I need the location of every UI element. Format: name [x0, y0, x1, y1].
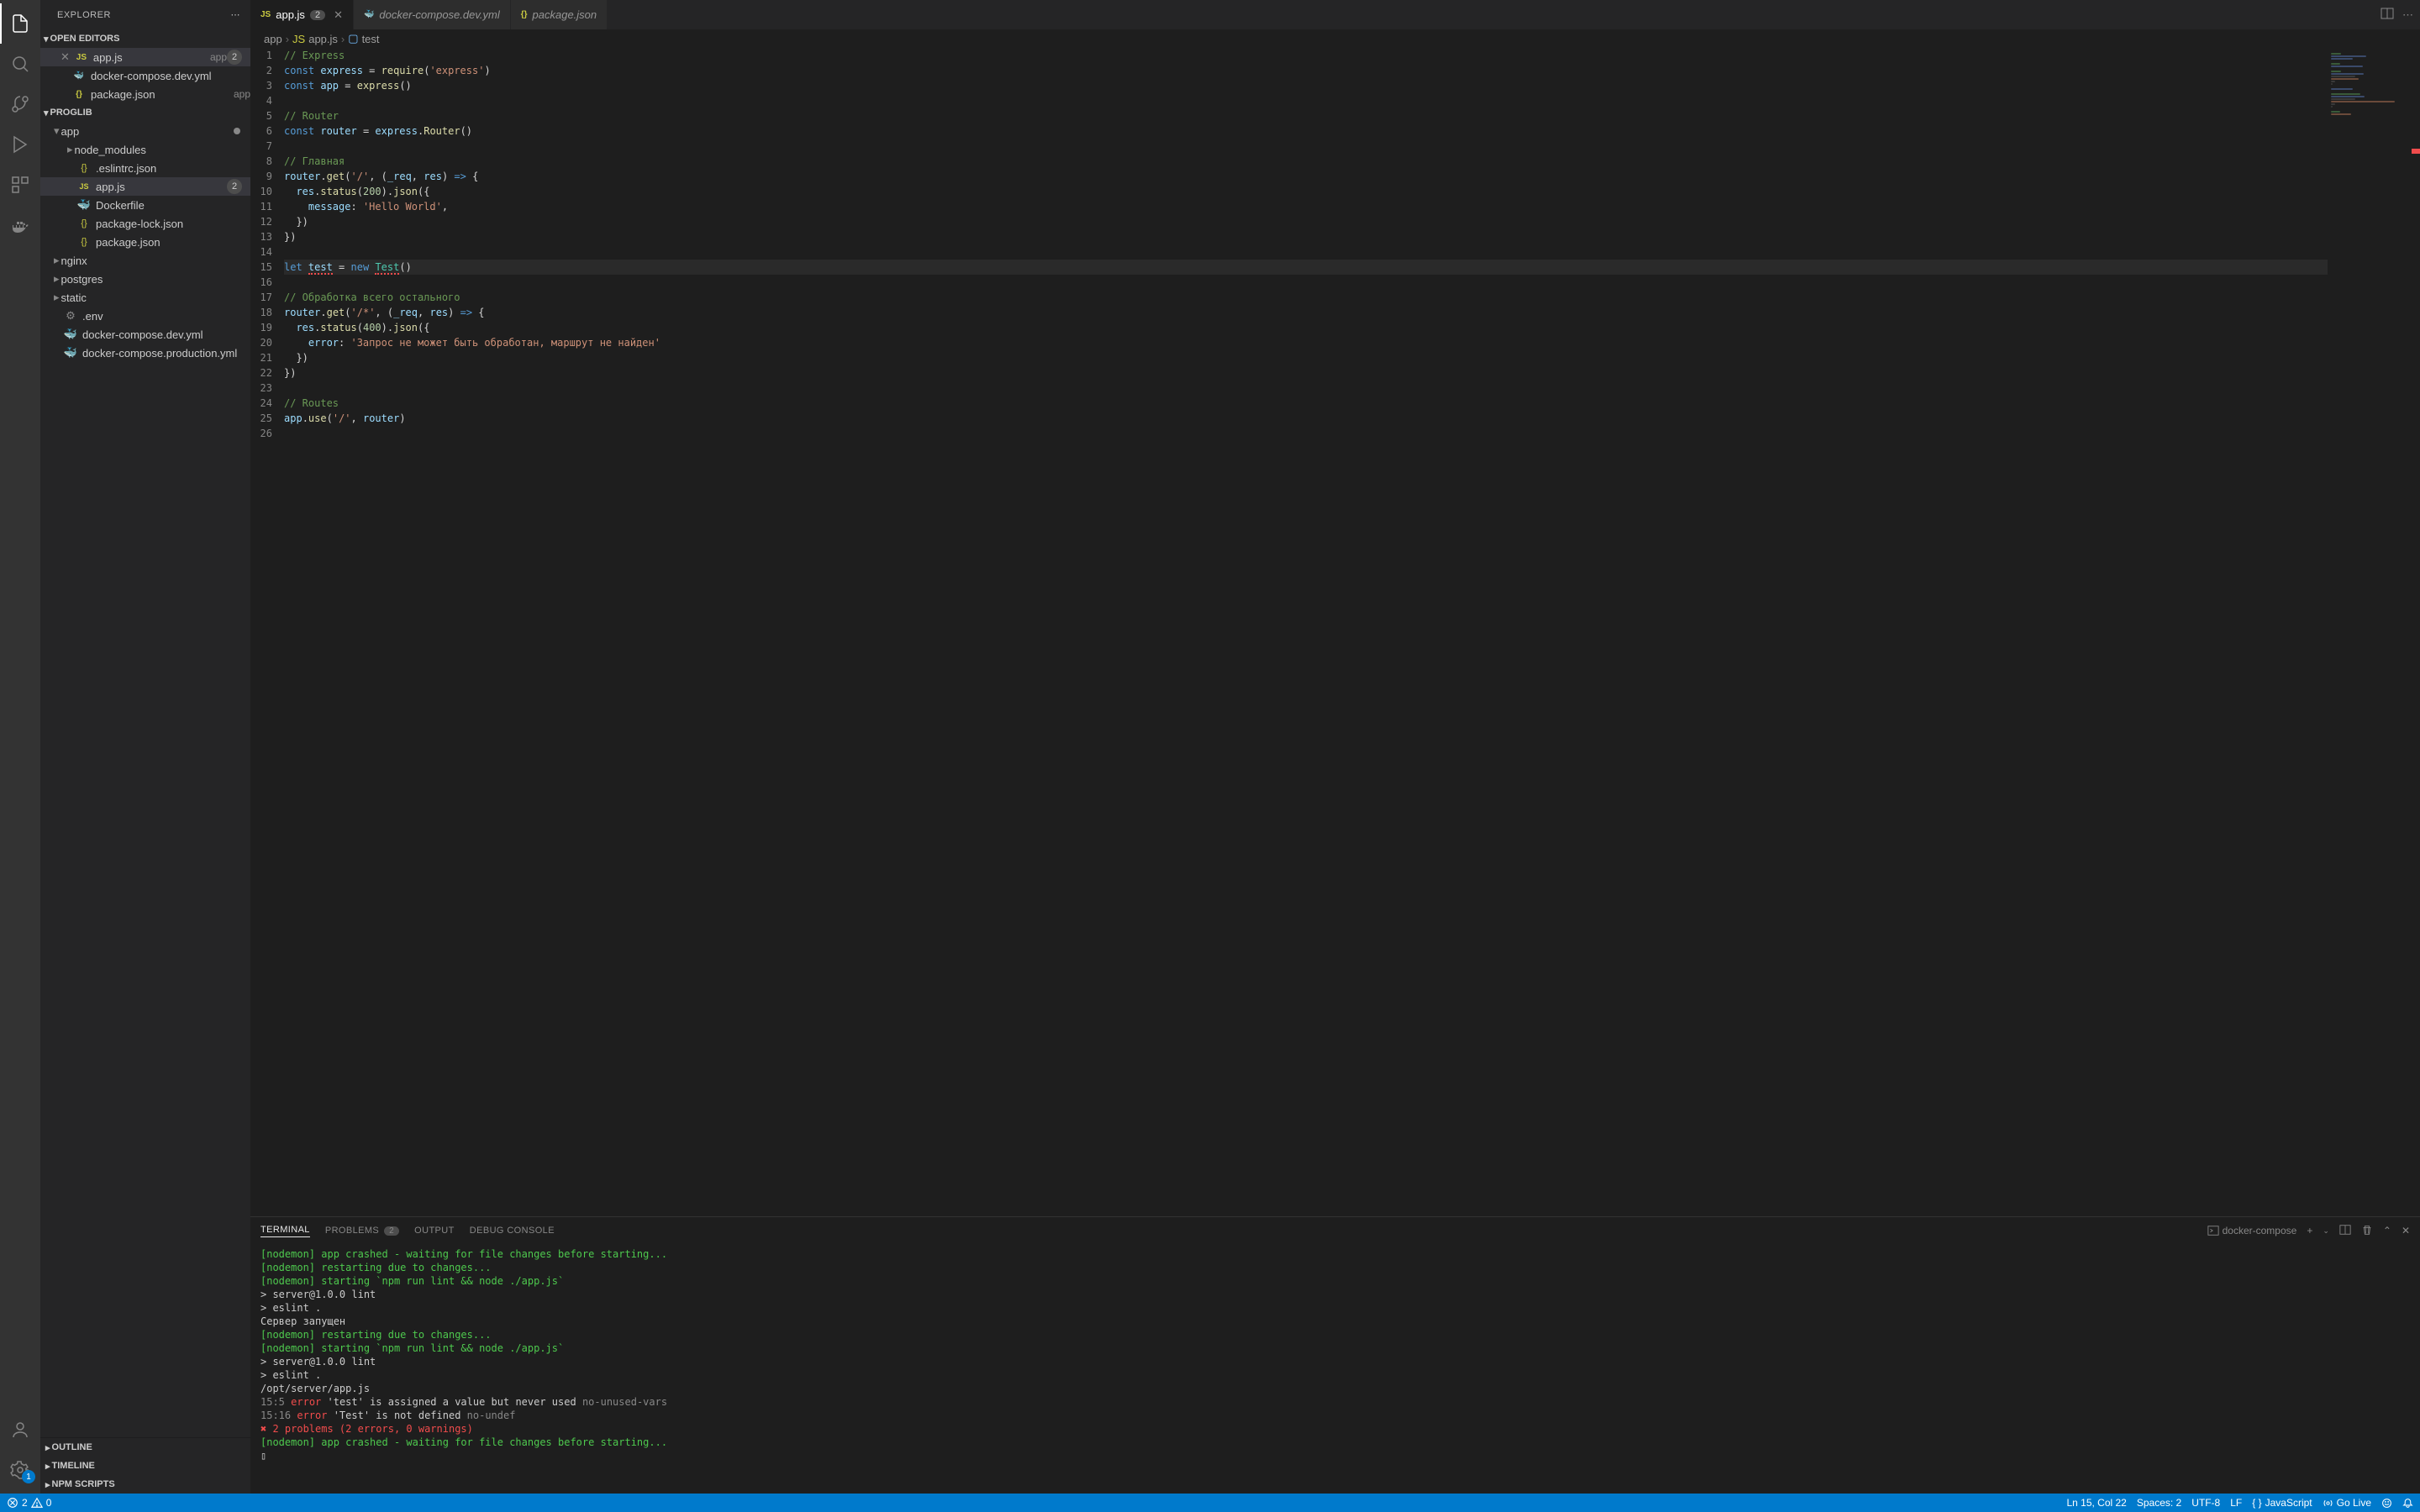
editor-tab[interactable]: {}package.json	[511, 0, 608, 29]
tree-item[interactable]: JSapp.js2	[40, 177, 250, 196]
terminal-output[interactable]: [nodemon] app crashed - waiting for file…	[250, 1244, 2420, 1494]
tree-item[interactable]: postgres	[40, 270, 250, 288]
tree-item[interactable]: app	[40, 122, 250, 140]
status-spaces[interactable]: Spaces: 2	[2137, 1497, 2181, 1509]
more-actions-icon[interactable]: ⋯	[2402, 8, 2413, 22]
status-go-live[interactable]: Go Live	[2323, 1497, 2371, 1509]
tree-item[interactable]: nginx	[40, 251, 250, 270]
open-editor-item[interactable]: 🐳docker-compose.dev.yml	[40, 66, 250, 85]
minimap[interactable]	[2328, 48, 2420, 1216]
status-lang[interactable]: { }JavaScript	[2252, 1497, 2312, 1509]
file-icon: 🐳	[364, 10, 374, 19]
file-icon: {}	[521, 10, 528, 19]
close-tab-icon[interactable]: ✕	[334, 8, 343, 22]
breadcrumb[interactable]: app › JS app.js › ▢ test	[250, 29, 2420, 48]
output-tab[interactable]: OUTPUT	[414, 1226, 455, 1236]
open-editors-header[interactable]: OPEN EDITORS	[40, 29, 250, 48]
debug-console-tab[interactable]: DEBUG CONSOLE	[470, 1226, 555, 1236]
accounts-activity[interactable]	[0, 1410, 40, 1450]
file-icon: {}	[72, 90, 86, 99]
maximize-panel-icon[interactable]: ⌃	[2383, 1225, 2391, 1236]
modified-dot	[234, 128, 240, 134]
run-activity[interactable]	[0, 124, 40, 165]
split-editor-icon[interactable]	[2381, 7, 2394, 23]
more-icon[interactable]: ⋯	[231, 9, 241, 20]
file-icon: JS	[260, 10, 271, 19]
editor-tab[interactable]: 🐳docker-compose.dev.yml	[354, 0, 511, 29]
editor-area: JSapp.js2✕🐳docker-compose.dev.yml{}packa…	[250, 0, 2420, 1494]
open-editor-item[interactable]: ✕JSapp.jsapp2	[40, 48, 250, 66]
problems-tab[interactable]: PROBLEMS 2	[325, 1226, 399, 1236]
symbol-icon: ▢	[348, 32, 358, 45]
status-bell-icon[interactable]	[2402, 1498, 2413, 1509]
extensions-activity[interactable]	[0, 165, 40, 205]
settings-activity[interactable]: 1	[0, 1450, 40, 1490]
tree-item[interactable]: ⚙.env	[40, 307, 250, 325]
explorer-activity[interactable]	[0, 3, 40, 44]
sidebar-title: EXPLORER	[57, 10, 111, 20]
status-encoding[interactable]: UTF-8	[2191, 1497, 2220, 1509]
terminal-dropdown-icon[interactable]: ⌄	[2323, 1226, 2329, 1236]
split-terminal-icon[interactable]	[2339, 1224, 2351, 1238]
file-icon: JS	[75, 53, 88, 62]
kill-terminal-icon[interactable]	[2361, 1224, 2373, 1238]
outline-header[interactable]: OUTLINE	[40, 1438, 250, 1457]
tree-item[interactable]: 🐳Dockerfile	[40, 196, 250, 214]
close-panel-icon[interactable]: ✕	[2402, 1225, 2410, 1236]
code-editor[interactable]: 1234567891011121314151617181920212223242…	[250, 48, 2328, 1216]
tree-item[interactable]: node_modules	[40, 140, 250, 159]
error-marker	[2412, 149, 2420, 154]
tree-item[interactable]: {}.eslintrc.json	[40, 159, 250, 177]
status-problems[interactable]: 2 0	[7, 1497, 51, 1509]
new-terminal-icon[interactable]: +	[2307, 1225, 2312, 1236]
file-icon: 🐳	[72, 71, 86, 81]
terminal-tab[interactable]: TERMINAL	[260, 1225, 310, 1237]
activity-bar: 1	[0, 0, 40, 1494]
proglib-header[interactable]: PROGLIB	[40, 103, 250, 122]
editor-tab[interactable]: JSapp.js2✕	[250, 0, 354, 29]
editor-tabs: JSapp.js2✕🐳docker-compose.dev.yml{}packa…	[250, 0, 2420, 29]
scm-activity[interactable]	[0, 84, 40, 124]
search-activity[interactable]	[0, 44, 40, 84]
tree-item[interactable]: {}package-lock.json	[40, 214, 250, 233]
tree-item[interactable]: 🐳docker-compose.production.yml	[40, 344, 250, 362]
terminal-select[interactable]: docker-compose	[2207, 1225, 2297, 1236]
tree-item[interactable]: {}package.json	[40, 233, 250, 251]
docker-activity[interactable]	[0, 205, 40, 245]
status-eol[interactable]: LF	[2230, 1497, 2242, 1509]
settings-badge: 1	[22, 1470, 35, 1483]
tree-item[interactable]: static	[40, 288, 250, 307]
status-bar: 2 0 Ln 15, Col 22 Spaces: 2 UTF-8 LF { }…	[0, 1494, 2420, 1512]
sidebar: EXPLORER ⋯ OPEN EDITORS ✕JSapp.jsapp2🐳do…	[40, 0, 250, 1494]
js-icon: JS	[292, 33, 305, 45]
open-editor-item[interactable]: {}package.jsonapp	[40, 85, 250, 103]
timeline-header[interactable]: TIMELINE	[40, 1457, 250, 1475]
panel: TERMINAL PROBLEMS 2 OUTPUT DEBUG CONSOLE…	[250, 1216, 2420, 1494]
status-ln-col[interactable]: Ln 15, Col 22	[2066, 1497, 2126, 1509]
npm-scripts-header[interactable]: NPM SCRIPTS	[40, 1475, 250, 1494]
status-feedback-icon[interactable]	[2381, 1498, 2392, 1509]
tree-item[interactable]: 🐳docker-compose.dev.yml	[40, 325, 250, 344]
